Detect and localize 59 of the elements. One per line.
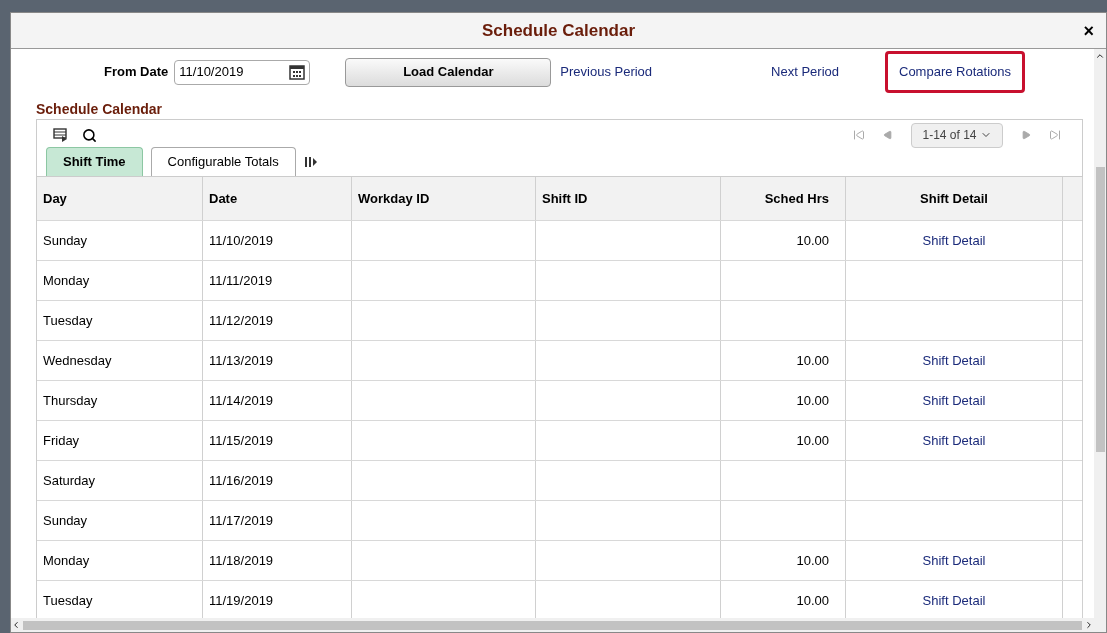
table-cell-text: Wednesday bbox=[43, 351, 112, 370]
table-cell-text: Sunday bbox=[43, 231, 88, 250]
shift-detail-link[interactable]: Shift Detail bbox=[922, 550, 986, 571]
table-cell-text: 11/15/2019 bbox=[209, 431, 274, 450]
show-all-columns-icon[interactable] bbox=[303, 156, 318, 168]
scroll-left-icon[interactable] bbox=[11, 620, 21, 630]
table-cell-text: 10.00 bbox=[796, 231, 829, 250]
table-cell-text: Sunday bbox=[43, 511, 88, 530]
dialog-title: Schedule Calendar bbox=[481, 19, 636, 42]
table-cell-text: 11/19/2019 bbox=[209, 591, 274, 610]
table-cell-text: 10.00 bbox=[796, 391, 829, 410]
table-cell-text: Tuesday bbox=[43, 311, 93, 330]
scroll-up-icon[interactable] bbox=[1095, 51, 1105, 61]
table-cell-text: 11/14/2019 bbox=[209, 391, 274, 410]
table-cell-text: 11/10/2019 bbox=[209, 231, 274, 250]
table-cell-text: Thursday bbox=[43, 391, 98, 410]
load-calendar-button[interactable]: Load Calendar bbox=[345, 57, 552, 87]
section-title: Schedule Calendar bbox=[36, 101, 164, 118]
table-cell-text: 10.00 bbox=[796, 551, 829, 570]
period-link[interactable]: Compare Rotations bbox=[885, 51, 1025, 93]
column-header: Shift ID bbox=[542, 189, 588, 208]
shift-detail-link[interactable]: Shift Detail bbox=[922, 350, 986, 371]
tab[interactable]: Shift Time bbox=[46, 147, 143, 176]
from-date-field[interactable]: 11/10/2019 bbox=[174, 59, 311, 85]
period-link[interactable]: Previous Period bbox=[559, 62, 654, 82]
table-cell-text: 10.00 bbox=[796, 351, 829, 370]
table-cell-text: 10.00 bbox=[796, 431, 829, 450]
table-cell-text: 11/11/2019 bbox=[209, 271, 273, 290]
tab[interactable]: Configurable Totals bbox=[150, 147, 296, 176]
column-header: Shift Detail bbox=[920, 189, 988, 208]
scroll-right-icon[interactable] bbox=[1084, 620, 1094, 630]
table-cell-text: 11/13/2019 bbox=[209, 351, 274, 370]
from-date-label: From Date bbox=[104, 63, 169, 82]
column-header: Date bbox=[209, 189, 238, 208]
table-cell-text: 11/18/2019 bbox=[209, 551, 274, 570]
calendar-icon[interactable] bbox=[289, 64, 306, 80]
shift-detail-link[interactable]: Shift Detail bbox=[922, 390, 986, 411]
vertical-scrollbar[interactable] bbox=[1094, 49, 1106, 632]
shift-detail-link[interactable]: Shift Detail bbox=[922, 230, 986, 251]
shift-detail-link[interactable]: Shift Detail bbox=[922, 430, 986, 451]
search-icon[interactable] bbox=[82, 127, 97, 143]
table-cell-text: 11/12/2019 bbox=[209, 311, 274, 330]
table-cell-text: Friday bbox=[43, 431, 80, 450]
page-range-select[interactable]: 1-14 of 14 bbox=[911, 122, 1003, 148]
column-header: Day bbox=[43, 189, 67, 208]
column-header: Sched Hrs bbox=[764, 189, 829, 208]
horizontal-scrollbar[interactable] bbox=[11, 618, 1094, 632]
column-header: Workday ID bbox=[358, 189, 430, 208]
table-cell-text: Monday bbox=[43, 271, 90, 290]
grid-view-icon[interactable] bbox=[53, 128, 68, 142]
shift-detail-link[interactable]: Shift Detail bbox=[922, 590, 986, 611]
table-cell-text: 11/17/2019 bbox=[209, 511, 274, 530]
close-button[interactable]: × bbox=[1083, 21, 1094, 40]
table-cell-text: Saturday bbox=[43, 471, 96, 490]
period-link[interactable]: Next Period bbox=[770, 62, 840, 82]
table-cell-text: Monday bbox=[43, 551, 90, 570]
table-cell-text: 10.00 bbox=[796, 591, 829, 610]
table-cell-text: Tuesday bbox=[43, 591, 93, 610]
table-cell-text: 11/16/2019 bbox=[209, 471, 274, 490]
